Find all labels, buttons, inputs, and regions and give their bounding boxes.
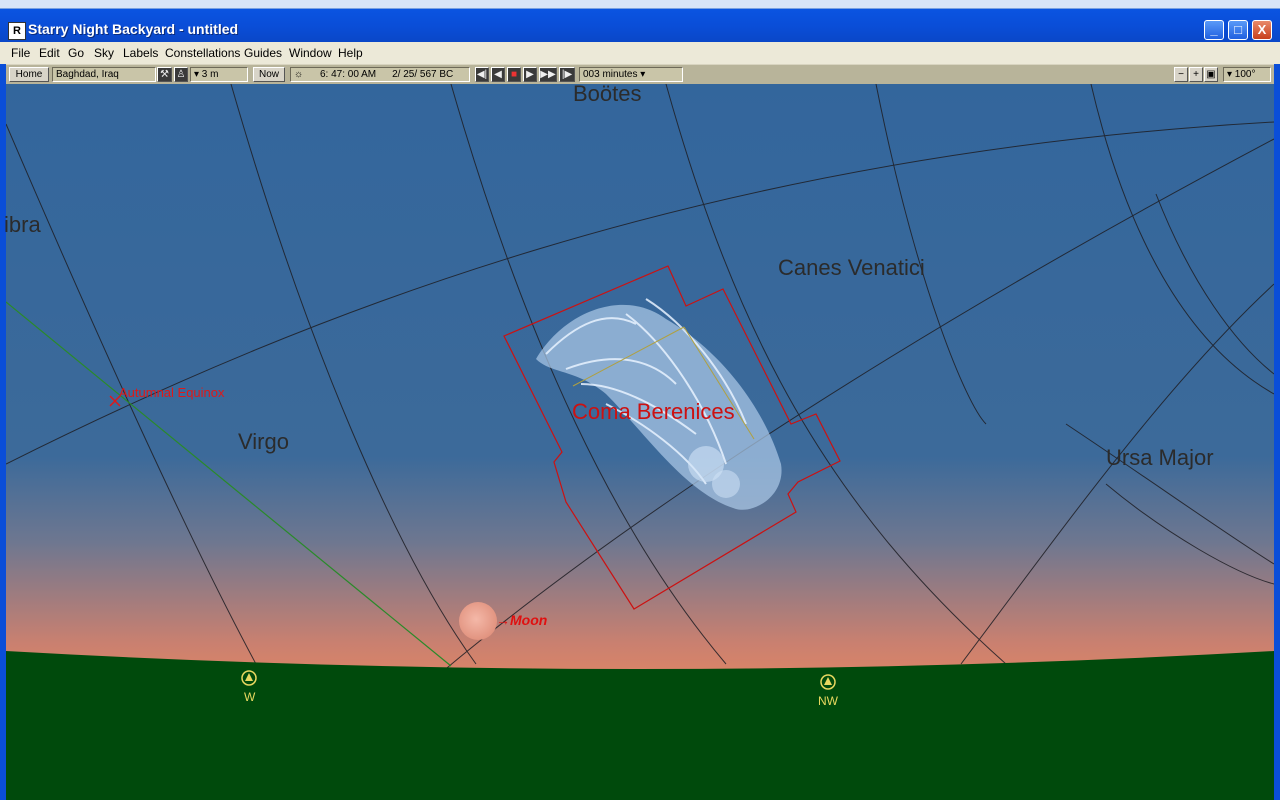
minimize-button[interactable]: _	[1204, 20, 1224, 40]
location-field[interactable]: Baghdad, Iraq	[52, 67, 156, 82]
stop-button[interactable]: ■	[507, 67, 521, 82]
constellation-label-virgo[interactable]: Virgo	[238, 429, 289, 455]
field-of-view-dropdown[interactable]: ▾ 100°	[1223, 67, 1271, 82]
viewer-tool-icon[interactable]: ⚒	[157, 67, 172, 82]
close-button[interactable]: X	[1252, 20, 1272, 40]
menu-window[interactable]: Window	[289, 46, 332, 60]
menu-constellations[interactable]: Constellations	[165, 46, 240, 60]
zoom-in-button[interactable]: +	[1189, 67, 1203, 82]
play-button[interactable]: ▶	[523, 67, 537, 82]
elevation-dropdown[interactable]: ▾ 3 m	[190, 67, 248, 82]
menu-guides[interactable]: Guides	[244, 46, 282, 60]
home-button[interactable]: Home	[9, 67, 49, 82]
constellation-label-ursa-major[interactable]: Ursa Major	[1106, 445, 1214, 471]
constellation-label-libra[interactable]: ibra	[4, 212, 41, 238]
app-window: R Starry Night Backyard - untitled _ □ X…	[0, 0, 1280, 800]
now-button[interactable]: Now	[253, 67, 285, 82]
time-date-display[interactable]: ☼ 6: 47: 00 AM 2/ 25/ 567 BC	[290, 67, 470, 82]
fast-forward-button[interactable]: ▶▶	[539, 67, 557, 82]
menu-labels[interactable]: Labels	[123, 46, 158, 60]
step-forward-button[interactable]: |▶	[559, 67, 575, 82]
menu-sky[interactable]: Sky	[94, 46, 114, 60]
constellation-label-bootes[interactable]: Boötes	[573, 81, 642, 107]
direction-label-w: W	[244, 690, 256, 704]
sky-canvas[interactable]	[6, 84, 1274, 800]
maximize-button[interactable]: □	[1228, 20, 1248, 40]
menu-edit[interactable]: Edit	[39, 46, 60, 60]
reverse-button[interactable]: ◀	[491, 67, 505, 82]
constellation-label-coma-berenices[interactable]: Coma Berenices	[572, 399, 735, 425]
step-back-button[interactable]: ◀|	[475, 67, 489, 82]
autumnal-equinox-label[interactable]: Autumnal Equinox	[119, 385, 225, 400]
horizon-ground	[6, 651, 1274, 800]
title-bar[interactable]: R Starry Night Backyard - untitled _ □ X	[0, 0, 1280, 42]
direction-label-nw: NW	[818, 694, 838, 708]
time-step-dropdown[interactable]: 003 minutes ▾	[579, 67, 683, 82]
sky-view[interactable]: Boötes ibra Canes Venatici Virgo Ursa Ma…	[4, 81, 1274, 800]
date-field[interactable]: 2/ 25/ 567 BC	[392, 69, 453, 80]
time-field[interactable]: 6: 47: 00 AM	[320, 69, 376, 80]
zoom-out-button[interactable]: −	[1174, 67, 1188, 82]
rocket-icon[interactable]: ♙	[174, 67, 188, 82]
menu-go[interactable]: Go	[68, 46, 84, 60]
zoom-fit-button[interactable]: ▣	[1204, 67, 1218, 82]
moon[interactable]	[459, 602, 497, 640]
menu-help[interactable]: Help	[338, 46, 363, 60]
window-frame-right	[1274, 64, 1280, 800]
menu-bar: File Edit Go Sky Labels Constellations G…	[0, 42, 1280, 65]
moon-label[interactable]: →Moon	[496, 612, 547, 628]
taskbar-strip	[0, 0, 1280, 9]
window-title: Starry Night Backyard - untitled	[28, 21, 239, 37]
constellation-label-canes-venatici[interactable]: Canes Venatici	[778, 255, 925, 281]
moon-label-text: Moon	[510, 612, 548, 628]
menu-file[interactable]: File	[11, 46, 30, 60]
app-icon[interactable]: R	[8, 22, 26, 40]
sun-icon: ☼	[294, 69, 304, 80]
